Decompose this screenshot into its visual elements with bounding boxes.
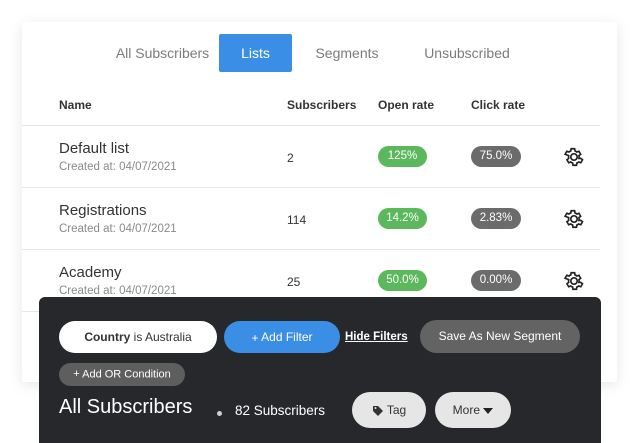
- header-name: Name: [59, 98, 92, 112]
- header-click-rate: Click rate: [471, 98, 526, 112]
- header-open-rate: Open rate: [378, 98, 435, 112]
- add-filter-button[interactable]: + Add Filter: [224, 321, 340, 353]
- tab-segments[interactable]: Segments: [307, 34, 387, 72]
- list-created: Created at: 04/07/2021: [59, 285, 177, 297]
- more-dropdown[interactable]: More: [435, 392, 511, 428]
- page-title: All Subscribers: [59, 396, 193, 418]
- gear-icon[interactable]: [563, 146, 585, 168]
- list-name[interactable]: Registrations: [59, 202, 147, 219]
- click-rate-badge: 0.00%: [471, 270, 521, 291]
- tag-button[interactable]: Tag: [352, 392, 426, 428]
- caret-down-icon: [483, 407, 494, 414]
- save-as-new-segment-button[interactable]: Save As New Segment: [420, 320, 580, 353]
- table-row[interactable]: Registrations Created at: 04/07/2021 114…: [22, 188, 600, 250]
- tag-icon: [372, 405, 383, 416]
- subscriber-count: 82 Subscribers: [235, 403, 326, 418]
- open-rate-badge: 125%: [378, 146, 427, 167]
- tab-bar: All Subscribers Lists Segments Unsubscri…: [22, 34, 617, 72]
- plus-icon: +: [251, 330, 259, 345]
- list-subscriber-count: 25: [287, 275, 301, 289]
- list-created: Created at: 04/07/2021: [59, 161, 177, 173]
- list-name[interactable]: Default list: [59, 140, 129, 157]
- list-name[interactable]: Academy: [59, 264, 122, 281]
- click-rate-badge: 75.0%: [471, 146, 521, 167]
- gear-icon[interactable]: [563, 208, 585, 230]
- table-row[interactable]: Default list Created at: 04/07/2021 2 12…: [22, 126, 600, 188]
- separator-dot: [217, 411, 222, 416]
- plus-icon: +: [73, 368, 80, 380]
- tab-lists[interactable]: Lists: [219, 34, 292, 72]
- hide-filters-link[interactable]: Hide Filters: [345, 331, 408, 343]
- country-filter-chip[interactable]: Country is Australia: [59, 321, 217, 353]
- more-label: More: [452, 403, 480, 417]
- filter-field: Country: [84, 330, 131, 344]
- filter-operator: is: [133, 330, 143, 344]
- filter-value: Australia: [145, 330, 192, 344]
- add-or-condition-label: Add OR Condition: [82, 368, 171, 381]
- open-rate-badge: 50.0%: [378, 270, 427, 291]
- open-rate-badge: 14.2%: [378, 208, 427, 229]
- gear-icon[interactable]: [563, 270, 585, 292]
- stage: All Subscribers Lists Segments Unsubscri…: [0, 0, 640, 443]
- header-subscribers: Subscribers: [287, 98, 357, 112]
- click-rate-badge: 2.83%: [471, 208, 521, 229]
- list-subscriber-count: 114: [287, 213, 307, 227]
- tab-unsubscribed[interactable]: Unsubscribed: [417, 34, 517, 72]
- table-header: Name Subscribers Open rate Click rate: [22, 98, 617, 122]
- filter-panel: Country is Australia + Add Filter Hide F…: [39, 297, 601, 443]
- add-or-condition-button[interactable]: + Add OR Condition: [59, 363, 185, 386]
- tab-all-subscribers[interactable]: All Subscribers: [100, 34, 225, 72]
- tag-label: Tag: [386, 403, 407, 417]
- add-filter-label: Add Filter: [261, 330, 313, 344]
- list-created: Created at: 04/07/2021: [59, 223, 177, 235]
- list-subscriber-count: 2: [287, 151, 294, 165]
